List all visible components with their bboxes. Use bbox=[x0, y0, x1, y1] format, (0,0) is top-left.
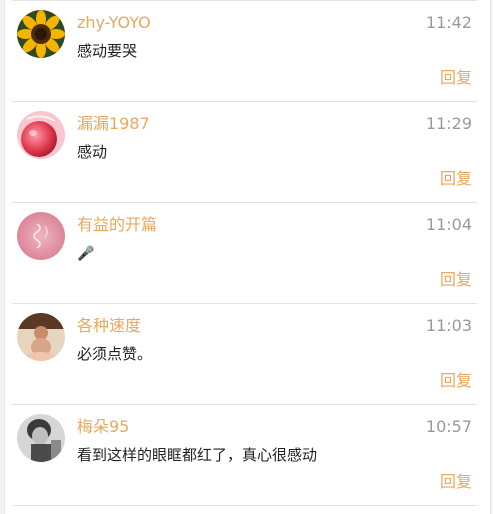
reply-button[interactable]: 回复 bbox=[440, 370, 472, 392]
microphone-icon: 🎤 bbox=[77, 246, 95, 262]
timestamp: 10:57 bbox=[425, 417, 472, 436]
comment-text: 🎤 bbox=[77, 242, 94, 265]
comment-item: 各种速度 11:03 必须点赞。 回复 bbox=[5, 303, 490, 404]
comment-item: 有益的开篇 11:04 🎤 回复 bbox=[5, 202, 490, 303]
reply-button[interactable]: 回复 bbox=[440, 168, 472, 190]
comment-text: 看到这样的眼眶都红了，真心很感动 bbox=[77, 446, 318, 464]
pink-pattern-avatar[interactable] bbox=[17, 212, 65, 260]
timestamp: 11:29 bbox=[425, 114, 472, 133]
figure-photo-avatar[interactable] bbox=[17, 313, 65, 361]
sunflower-avatar[interactable] bbox=[17, 10, 65, 58]
comment-list: zhy-YOYO 11:42 感动要哭 回复 漏漏1987 11:29 感动 回… bbox=[4, 0, 491, 514]
reply-button[interactable]: 回复 bbox=[440, 269, 472, 291]
username[interactable]: 漏漏1987 bbox=[77, 113, 150, 135]
username[interactable]: 各种速度 bbox=[77, 315, 141, 337]
username[interactable]: zhy-YOYO bbox=[77, 12, 151, 34]
username[interactable]: 有益的开篇 bbox=[77, 214, 157, 236]
reply-button[interactable]: 回复 bbox=[440, 471, 472, 493]
red-fruit-avatar[interactable] bbox=[17, 111, 65, 159]
portrait-photo-avatar[interactable] bbox=[17, 414, 65, 462]
timestamp: 11:03 bbox=[425, 316, 472, 335]
comment-item: 漏漏1987 11:29 感动 回复 bbox=[5, 101, 490, 202]
timestamp: 11:04 bbox=[425, 215, 472, 234]
username[interactable]: 梅朵95 bbox=[77, 416, 129, 438]
reply-button[interactable]: 回复 bbox=[440, 67, 472, 89]
comment-text: 必须点赞。 bbox=[77, 345, 153, 363]
comment-text: 感动要哭 bbox=[77, 42, 138, 60]
comment-item: 梅朵95 10:57 看到这样的眼眶都红了，真心很感动 回复 bbox=[5, 404, 490, 505]
comment-item: zhy-YOYO 11:42 感动要哭 回复 bbox=[5, 0, 490, 101]
comment-text: 感动 bbox=[77, 143, 108, 161]
divider bbox=[12, 505, 477, 506]
timestamp: 11:42 bbox=[425, 13, 472, 32]
